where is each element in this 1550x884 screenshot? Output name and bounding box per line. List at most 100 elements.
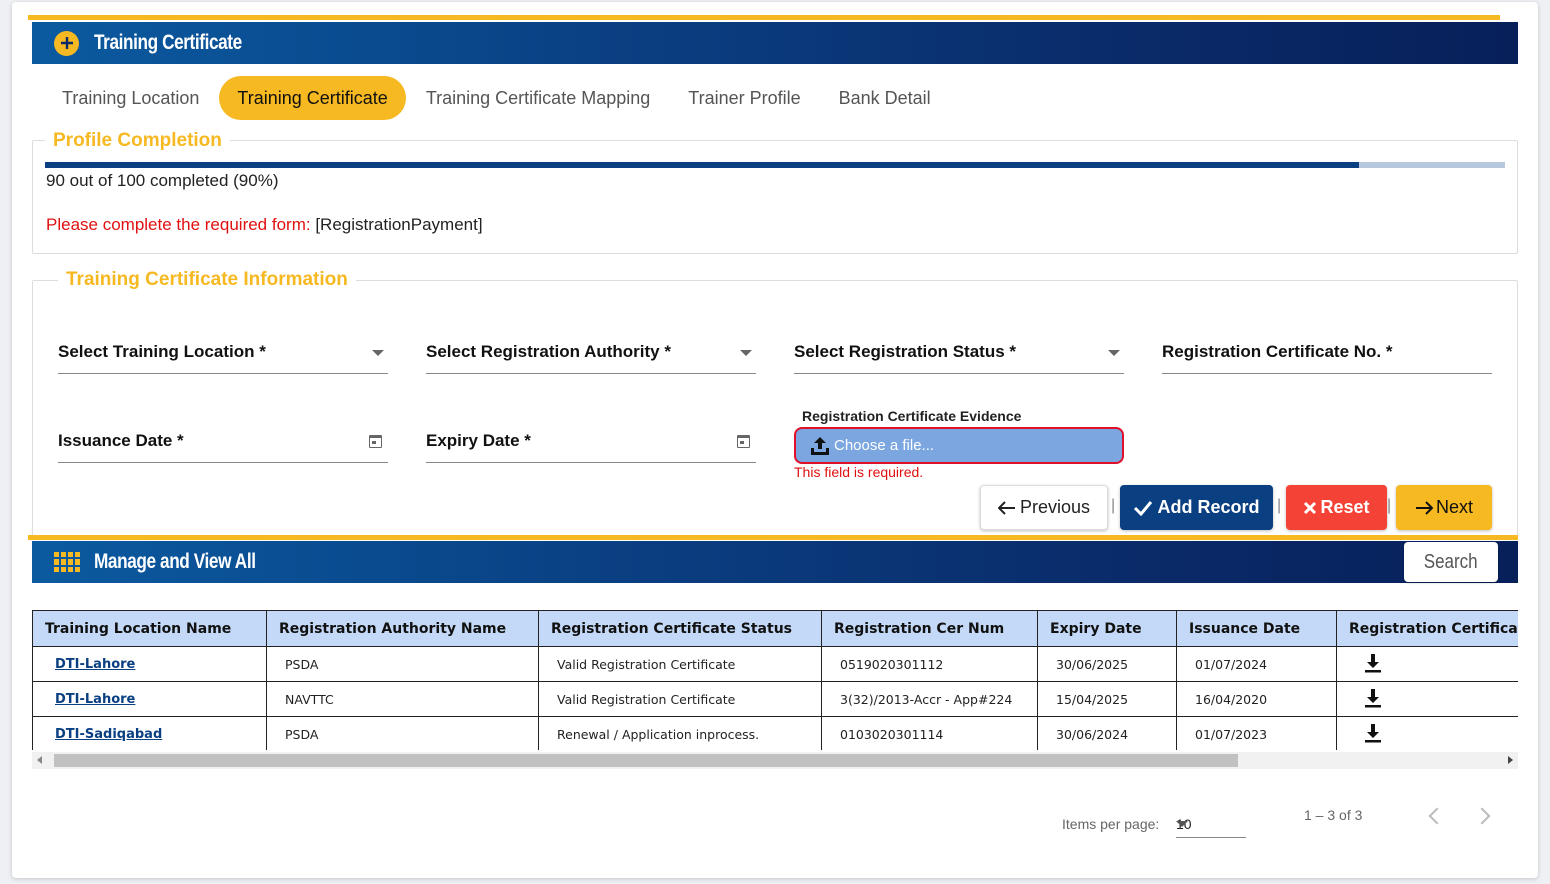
download-icon[interactable] — [1363, 723, 1383, 743]
cert-num-cell: 0103020301114 — [821, 716, 1038, 750]
profile-progress-bar — [45, 162, 1505, 168]
column-header[interactable]: Issuance Date — [1176, 610, 1337, 647]
evidence-label: Registration Certificate Evidence — [802, 408, 1022, 424]
page-range: 1 – 3 of 3 — [1304, 807, 1363, 823]
table-header-row: Training Location Name Registration Auth… — [32, 610, 1518, 647]
issuance-cell: 01/07/2023 — [1176, 716, 1337, 750]
upload-icon — [811, 436, 829, 455]
column-header[interactable]: Registration Cer Num — [821, 610, 1038, 647]
next-page-button[interactable] — [1474, 804, 1496, 828]
tab-trainer-profile[interactable]: Trainer Profile — [670, 76, 818, 120]
horizontal-scrollbar[interactable] — [32, 752, 1518, 769]
manage-title: Manage and View All — [94, 550, 256, 573]
expiry-cell: 15/04/2025 — [1037, 681, 1177, 717]
training-location-link[interactable]: DTI-Lahore — [55, 657, 135, 672]
required-form-label: Please complete the required form: — [46, 215, 311, 234]
file-placeholder: Choose a file... — [834, 437, 935, 454]
tab-training-location[interactable]: Training Location — [44, 76, 217, 120]
separator: | — [1277, 497, 1282, 514]
progress-text: 90 out of 100 completed (90%) — [46, 171, 279, 190]
cert-num-cell: 3(32)/2013-Accr - App#224 — [821, 681, 1038, 717]
certificate-no-label: Registration Certificate No. * — [1162, 342, 1393, 361]
table-row: DTI-Sadiqabad PSDA Renewal / Application… — [32, 716, 1518, 750]
search-label: Search — [1424, 550, 1478, 573]
download-icon[interactable] — [1363, 653, 1383, 673]
expiry-date-input[interactable]: Expiry Date * — [426, 423, 756, 463]
items-per-page-label: Items per page: — [1062, 816, 1160, 832]
next-label: Next — [1435, 497, 1473, 517]
scrollbar-thumb[interactable] — [54, 754, 1238, 767]
tab-bar: Training Location Training Certificate T… — [44, 76, 951, 120]
registration-authority-select[interactable]: Select Registration Authority * — [426, 334, 756, 374]
training-location-link[interactable]: DTI-Sadiqabad — [55, 727, 162, 742]
chevron-down-icon — [1176, 821, 1188, 827]
expiry-cell: 30/06/2025 — [1037, 646, 1177, 682]
chevron-down-icon — [372, 350, 384, 356]
column-header[interactable]: Training Location Name — [32, 610, 267, 647]
column-header[interactable]: Expiry Date — [1037, 610, 1177, 647]
issuance-date-input[interactable]: Issuance Date * — [58, 423, 388, 463]
status-cell: Valid Registration Certificate — [538, 681, 822, 717]
table-row: DTI-Lahore NAVTTC Valid Registration Cer… — [32, 681, 1518, 717]
table-row: DTI-Lahore PSDA Valid Registration Certi… — [32, 646, 1518, 682]
profile-progress-fill — [45, 162, 1359, 168]
training-location-select[interactable]: Select Training Location * — [58, 334, 388, 374]
plus-circle-icon[interactable] — [54, 30, 79, 56]
training-location-label: Select Training Location * — [58, 342, 266, 361]
previous-page-button[interactable] — [1423, 804, 1445, 828]
add-record-label: Add Record — [1157, 497, 1260, 517]
previous-label: Previous — [1019, 497, 1091, 517]
evidence-error: This field is required. — [794, 464, 924, 480]
certificate-info-legend: Training Certificate Information — [58, 269, 356, 291]
chevron-down-icon — [740, 350, 752, 356]
column-header[interactable]: Registration Authority Name — [266, 610, 539, 647]
expiry-date-label: Expiry Date * — [426, 431, 531, 450]
manage-header: Manage and View All — [32, 541, 1518, 583]
calendar-icon[interactable] — [737, 435, 750, 448]
chevron-down-icon — [1108, 350, 1120, 356]
page-size-select[interactable]: 10 — [1176, 808, 1246, 838]
registration-status-label: Select Registration Status * — [794, 342, 1017, 361]
scroll-left-icon[interactable] — [37, 756, 42, 764]
column-header[interactable]: Registration Certificat — [1336, 610, 1518, 647]
registration-authority-label: Select Registration Authority * — [426, 342, 671, 361]
reset-button[interactable]: Reset — [1286, 485, 1387, 530]
reset-label: Reset — [1320, 497, 1370, 517]
close-icon — [1304, 501, 1317, 514]
expiry-cell: 30/06/2024 — [1037, 716, 1177, 750]
cert-num-cell: 0519020301112 — [821, 646, 1038, 682]
profile-completion-section — [32, 140, 1518, 254]
column-header[interactable]: Registration Certificate Status — [538, 610, 822, 647]
separator: | — [1387, 497, 1392, 514]
authority-cell: NAVTTC — [266, 681, 539, 717]
required-form-message: Please complete the required form: [Regi… — [46, 215, 483, 235]
status-cell: Renewal / Application inprocess. — [538, 716, 822, 750]
download-icon[interactable] — [1363, 688, 1383, 708]
tab-bank-detail[interactable]: Bank Detail — [821, 76, 949, 120]
registration-status-select[interactable]: Select Registration Status * — [794, 334, 1124, 374]
search-button[interactable]: Search — [1404, 542, 1498, 582]
grid-icon — [54, 552, 80, 572]
calendar-icon[interactable] — [369, 435, 382, 448]
next-button[interactable]: Next — [1396, 485, 1492, 530]
status-cell: Valid Registration Certificate — [538, 646, 822, 682]
check-icon — [1134, 500, 1153, 516]
authority-cell: PSDA — [266, 716, 539, 750]
tab-training-certificate[interactable]: Training Certificate — [219, 76, 406, 120]
training-location-link[interactable]: DTI-Lahore — [55, 692, 135, 707]
records-table: Training Location Name Registration Auth… — [32, 610, 1518, 750]
scroll-right-icon[interactable] — [1508, 756, 1513, 764]
add-record-button[interactable]: Add Record — [1120, 485, 1273, 530]
evidence-file-input[interactable]: Choose a file... — [794, 427, 1124, 464]
arrow-right-icon — [1415, 500, 1433, 515]
records-table-container: Training Location Name Registration Auth… — [32, 610, 1518, 750]
page-header: Training Certificate — [32, 22, 1518, 64]
previous-button[interactable]: Previous — [980, 485, 1108, 530]
header-accent-line — [28, 15, 1500, 20]
required-form-list: [RegistrationPayment] — [315, 215, 483, 234]
separator: | — [1111, 497, 1116, 514]
issuance-cell: 16/04/2020 — [1176, 681, 1337, 717]
certificate-no-input[interactable]: Registration Certificate No. * — [1162, 334, 1492, 374]
tab-training-certificate-mapping[interactable]: Training Certificate Mapping — [408, 76, 668, 120]
page-title: Training Certificate — [94, 31, 242, 54]
